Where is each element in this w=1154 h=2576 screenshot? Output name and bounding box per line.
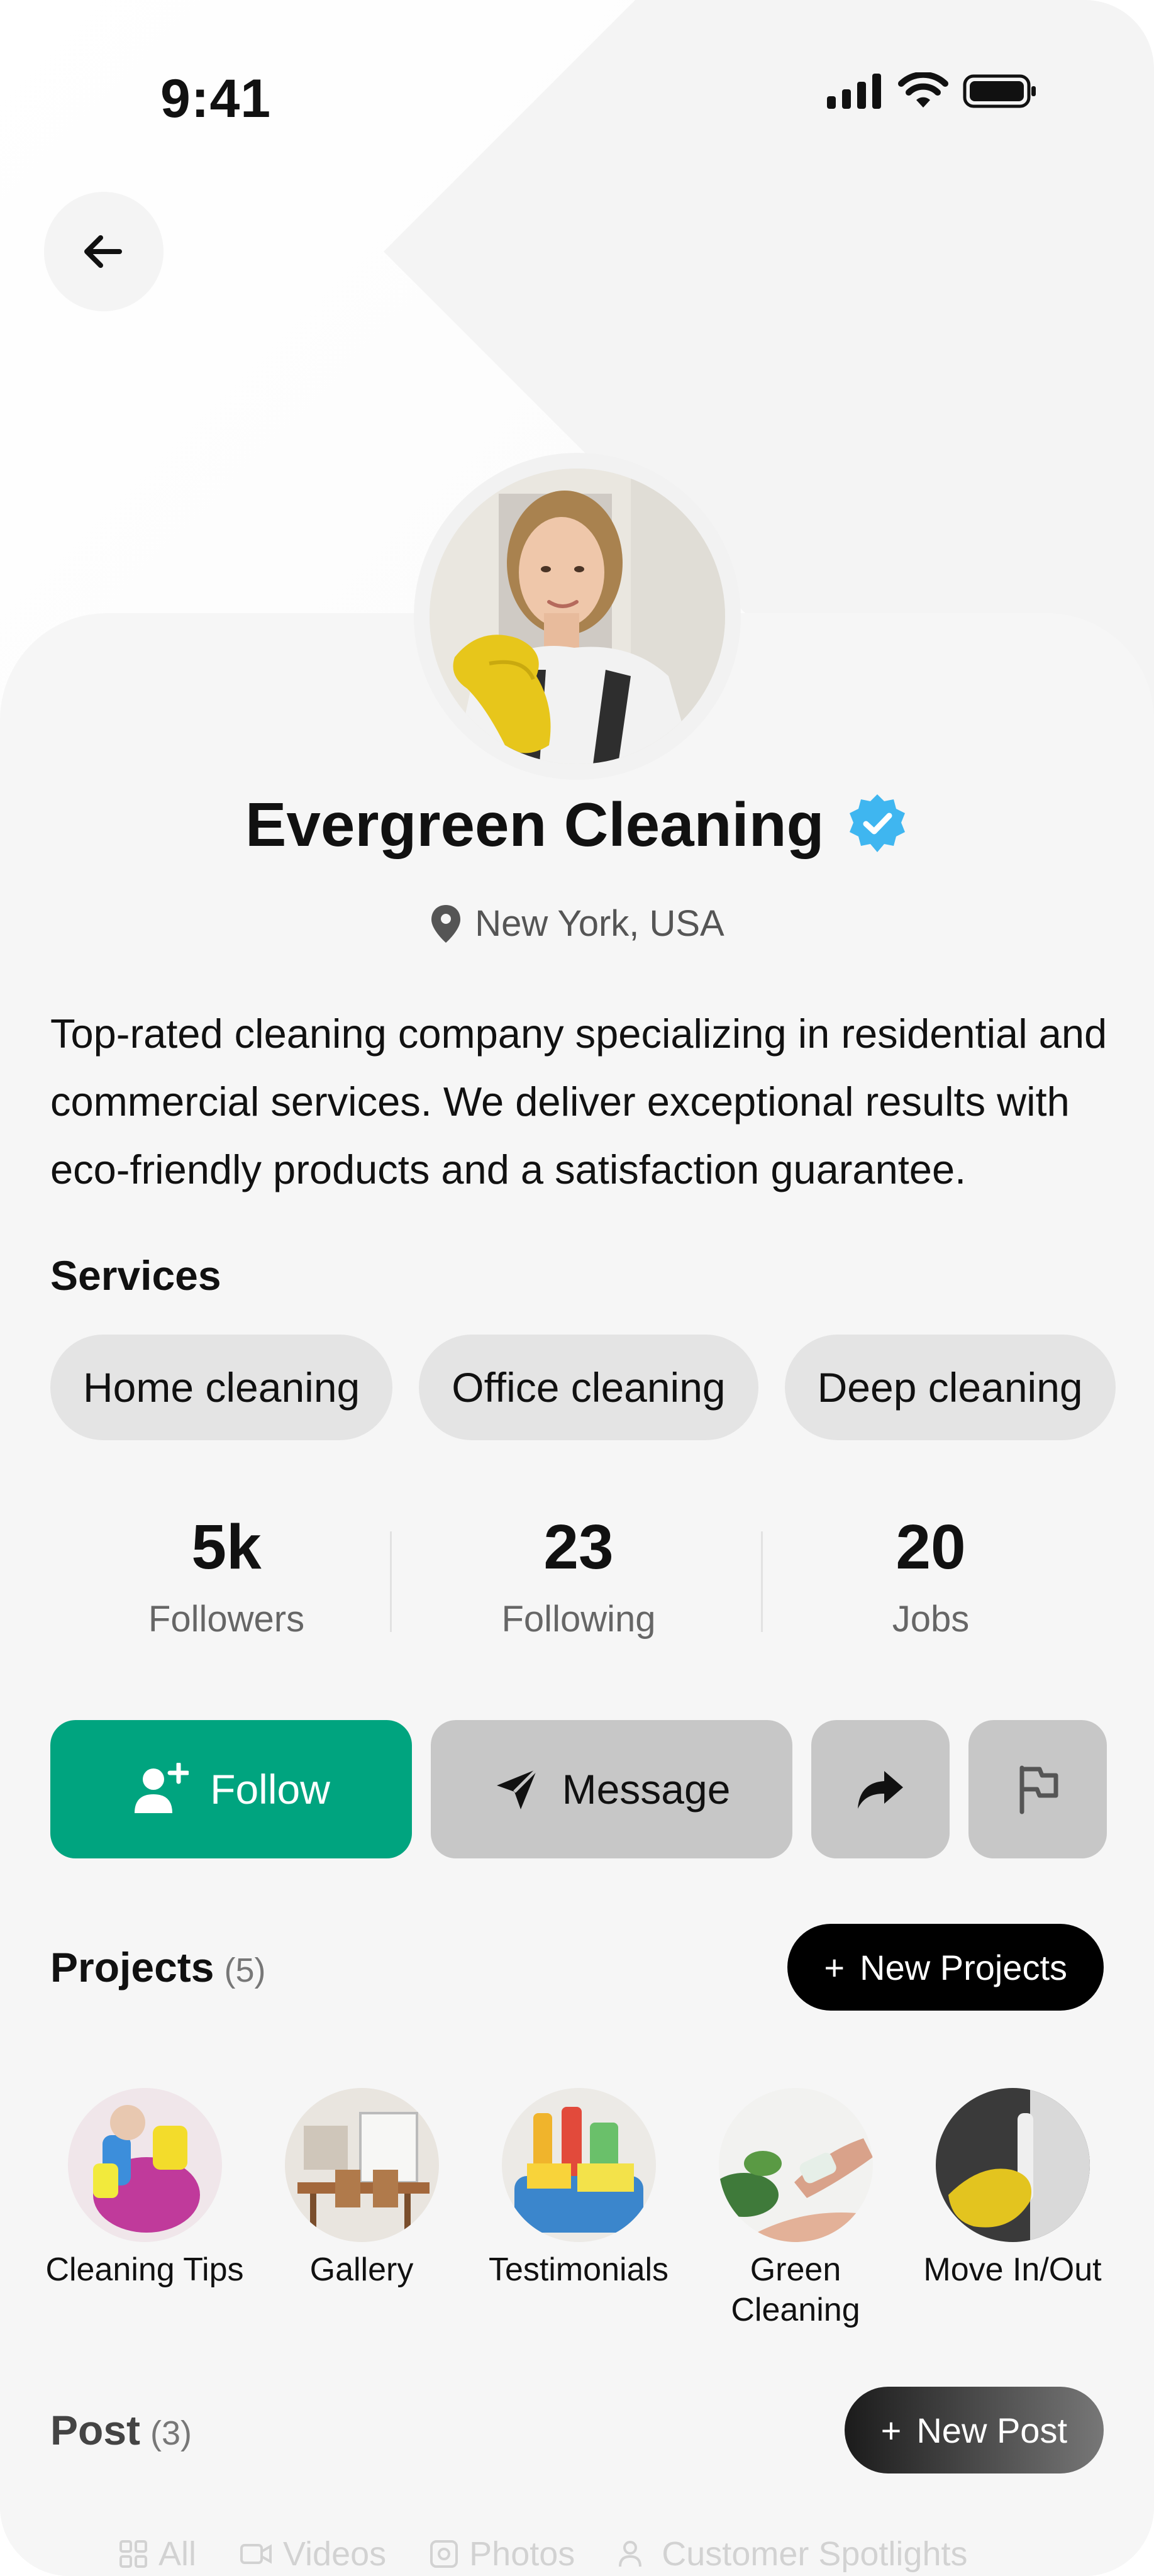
post-filter-tabs: All Videos Photos Customer Spotlights [119, 2534, 968, 2573]
project-label: Move In/Out [923, 2251, 1102, 2288]
projects-header: Projects (5) + New Projects [50, 1924, 1104, 2011]
projects-title: Projects [50, 1944, 214, 1990]
video-icon [240, 2544, 272, 2564]
project-label: Gallery [309, 2251, 414, 2288]
project-thumbnail [501, 2088, 656, 2242]
project-thumbnail [935, 2088, 1090, 2242]
status-time: 9:41 [160, 69, 272, 129]
share-arrow-icon [858, 1771, 903, 1809]
new-post-button[interactable]: + New Post [844, 2387, 1104, 2473]
tab-photos[interactable]: Photos [430, 2534, 575, 2573]
send-icon [496, 1768, 538, 1809]
project-item-green-cleaning[interactable]: Green Cleaning [689, 2088, 902, 2330]
grid-icon [119, 2540, 147, 2568]
signal-icon [827, 74, 881, 109]
project-label: Green Cleaning [731, 2251, 860, 2328]
flag-icon [1019, 1765, 1058, 1814]
plus-icon: + [880, 2410, 902, 2450]
service-chip-office-cleaning[interactable]: Office cleaning [419, 1335, 758, 1440]
project-item-testimonials[interactable]: Testimonials [472, 2088, 685, 2330]
stat-following[interactable]: 23 Following [402, 1506, 755, 1670]
posts-title: Post [50, 2407, 141, 2453]
projects-count: (5) [224, 1951, 266, 1989]
location-pin-icon [431, 904, 461, 943]
stat-value: 5k [191, 1512, 262, 1582]
stat-followers[interactable]: 5k Followers [50, 1506, 402, 1670]
arrow-left-icon [84, 235, 122, 268]
wifi-icon [898, 72, 948, 108]
stat-value: 23 [543, 1512, 614, 1582]
profile-screen: 9:41 Evergreen Cleaning New York, USA To… [0, 0, 1154, 2576]
message-button[interactable]: Message [431, 1720, 792, 1858]
back-button[interactable] [44, 192, 164, 311]
follow-label: Follow [210, 1766, 330, 1813]
service-chip-home-cleaning[interactable]: Home cleaning [50, 1335, 393, 1440]
users-icon [619, 2541, 642, 2567]
project-item-gallery[interactable]: Gallery [255, 2088, 469, 2330]
stat-divider [390, 1531, 392, 1632]
profile-name: Evergreen Cleaning [245, 790, 824, 859]
posts-header: Post (3) + New Post [50, 2387, 1104, 2473]
stat-label: Jobs [892, 1599, 970, 1640]
tab-all[interactable]: All [119, 2534, 196, 2573]
project-label: Testimonials [488, 2251, 669, 2288]
status-bar: 9:41 [0, 0, 1154, 129]
photo-icon [430, 2540, 458, 2568]
report-button[interactable] [968, 1720, 1107, 1858]
tab-label: Customer Spotlights [662, 2535, 968, 2573]
avatar-image [430, 469, 725, 764]
stat-jobs[interactable]: 20 Jobs [755, 1506, 1107, 1670]
services-chips: Home cleaning Office cleaning Deep clean… [50, 1335, 1116, 1440]
follow-button[interactable]: Follow [50, 1720, 412, 1858]
posts-count: (3) [150, 2414, 192, 2452]
location-text: New York, USA [475, 903, 724, 944]
name-row: Evergreen Cleaning [0, 789, 1154, 860]
project-label: Cleaning Tips [45, 2251, 244, 2288]
services-title: Services [50, 1252, 221, 1299]
tab-label: Photos [469, 2535, 575, 2573]
project-item-move-in-out[interactable]: Move In/Out [906, 2088, 1119, 2330]
stats-row: 5k Followers 23 Following 20 Jobs [50, 1506, 1107, 1670]
project-item-cleaning-tips[interactable]: Cleaning Tips [38, 2088, 252, 2330]
project-thumbnail [718, 2088, 873, 2242]
service-chip-deep-cleaning[interactable]: Deep cleaning [784, 1335, 1116, 1440]
tab-label: All [158, 2535, 197, 2573]
profile-bio: Top-rated cleaning company specializing … [50, 1011, 1107, 1192]
tab-videos[interactable]: Videos [240, 2534, 386, 2573]
stat-label: Followers [148, 1599, 305, 1640]
share-button[interactable] [811, 1720, 950, 1858]
stat-label: Following [501, 1599, 656, 1640]
status-icons [827, 72, 1038, 110]
action-buttons: Follow Message [50, 1720, 1107, 1858]
tab-label: Videos [283, 2535, 387, 2573]
new-post-label: New Post [916, 2410, 1067, 2450]
battery-icon [963, 74, 1036, 108]
project-thumbnail [284, 2088, 439, 2242]
location-row: New York, USA [0, 902, 1154, 945]
stat-value: 20 [896, 1512, 966, 1582]
project-thumbnail [67, 2088, 222, 2242]
plus-icon: + [824, 1947, 845, 1987]
message-label: Message [562, 1766, 731, 1813]
avatar[interactable] [430, 469, 725, 764]
tab-customer-spotlights[interactable]: Customer Spotlights [619, 2534, 968, 2573]
add-user-icon [135, 1763, 189, 1813]
projects-list: Cleaning Tips Gallery Testimonials Green… [38, 2088, 1119, 2330]
new-projects-button[interactable]: + New Projects [787, 1924, 1104, 2011]
new-projects-label: New Projects [860, 1947, 1067, 1987]
verified-badge-icon [846, 792, 909, 858]
